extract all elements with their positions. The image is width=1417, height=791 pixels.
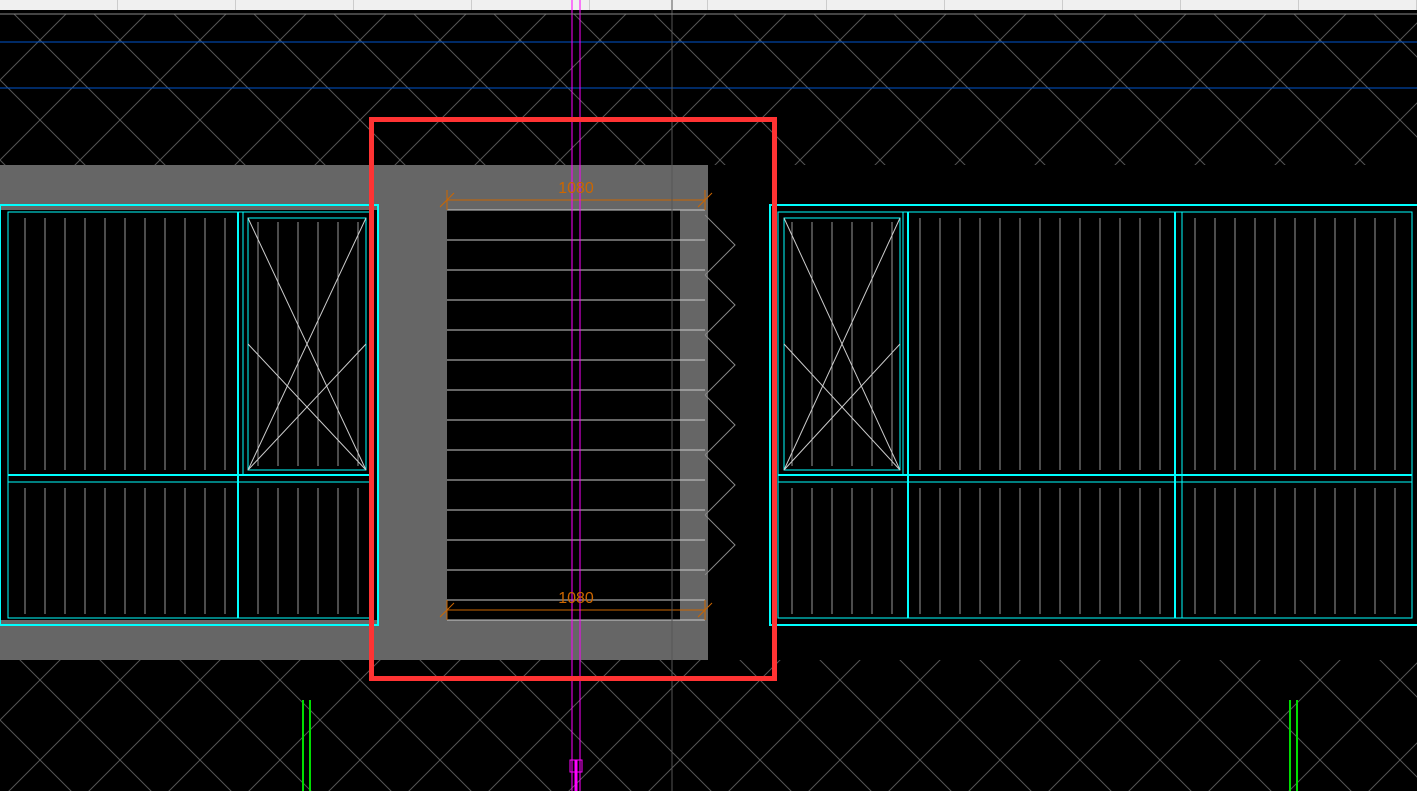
cad-canvas[interactable]: 1080 1080 <box>0 0 1417 791</box>
dimension-label-top: 1080 <box>558 180 594 198</box>
dimension-label-bottom: 1080 <box>558 590 594 608</box>
wall-jamb-left <box>377 165 447 660</box>
drawing-svg <box>0 0 1417 791</box>
wall-lintel-left <box>0 165 705 210</box>
opening-void <box>447 210 680 620</box>
wall-jamb-right <box>680 165 708 660</box>
